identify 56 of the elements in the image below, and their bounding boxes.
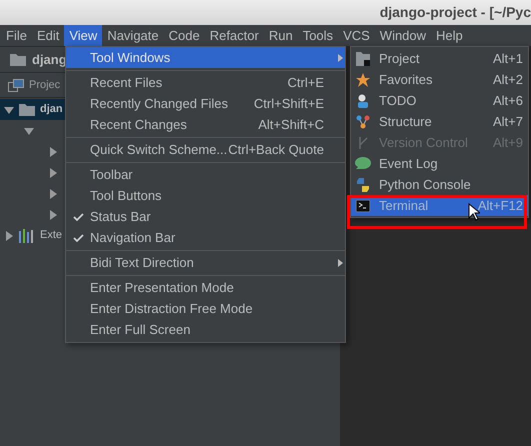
folder-icon xyxy=(356,52,370,66)
submenu-item[interactable]: TODO Alt+6 xyxy=(351,90,528,111)
menu-bar-item[interactable]: View xyxy=(64,25,102,46)
folder-icon xyxy=(10,53,26,66)
speech-bubble-icon xyxy=(355,156,371,170)
library-icon xyxy=(19,228,35,242)
menu-item[interactable]: Toolbar xyxy=(66,164,345,185)
collapsed-arrow-icon[interactable] xyxy=(4,230,14,240)
tree-item-label[interactable]: djan xyxy=(40,101,63,118)
menu-item[interactable]: Recently Changed Files Ctrl+Shift+E xyxy=(66,93,345,114)
menu-item[interactable]: Bidi Text Direction xyxy=(66,252,345,273)
collapsed-arrow-icon[interactable] xyxy=(48,168,58,178)
menu-item[interactable]: Tool Buttons xyxy=(66,185,345,206)
menu-bar-item[interactable]: Refactor xyxy=(204,25,264,46)
menu-item[interactable]: Status Bar xyxy=(66,206,345,227)
menu-bar-item[interactable]: File xyxy=(1,25,32,46)
submenu-item[interactable]: Event Log xyxy=(351,153,528,174)
submenu-item[interactable]: Python Console xyxy=(351,174,528,195)
person-icon xyxy=(356,94,370,108)
submenu-item[interactable]: Favorites Alt+2 xyxy=(351,69,528,90)
menu-bar-item[interactable]: Help xyxy=(431,25,468,46)
menu-item[interactable]: Enter Presentation Mode xyxy=(66,277,345,298)
menu-bar-item[interactable]: VCS xyxy=(338,25,375,46)
menu-item[interactable]: Tool Windows xyxy=(66,47,345,68)
breadcrumb-label[interactable]: djang xyxy=(32,50,67,70)
menu-bar-item[interactable]: Edit xyxy=(32,25,64,46)
submenu-arrow-icon xyxy=(338,54,343,62)
submenu-arrow-icon xyxy=(338,259,343,267)
menu-item[interactable]: Enter Full Screen xyxy=(66,319,345,340)
structure-icon xyxy=(356,114,370,128)
menu-bar-item[interactable]: Code xyxy=(164,25,205,46)
menu-item[interactable]: Navigation Bar xyxy=(66,227,345,248)
collapsed-arrow-icon[interactable] xyxy=(48,188,58,198)
folder-icon xyxy=(19,103,35,116)
menu-item[interactable]: Recent Files Ctrl+E xyxy=(66,72,345,93)
menu-bar-item[interactable]: Run xyxy=(264,25,298,46)
window-title: django-project - [~/Pyc xyxy=(380,3,531,22)
collapsed-arrow-icon[interactable] xyxy=(48,146,58,156)
expanded-arrow-icon[interactable] xyxy=(4,104,14,114)
menu-bar-item[interactable]: Tools xyxy=(298,25,338,46)
expanded-arrow-icon[interactable] xyxy=(24,126,34,136)
submenu-item[interactable]: Project Alt+1 xyxy=(351,48,528,69)
submenu-item[interactable]: Structure Alt+7 xyxy=(351,111,528,132)
menu-item[interactable]: Quick Switch Scheme...Ctrl+Back Quote xyxy=(66,139,345,160)
mouse-cursor-icon xyxy=(468,203,480,221)
project-tab[interactable]: Projec xyxy=(29,76,60,94)
tree-item-label[interactable]: Exte xyxy=(40,227,62,244)
terminal-icon xyxy=(356,200,370,212)
menu-bar-item[interactable]: Navigate xyxy=(102,25,164,46)
menu-item[interactable]: Recent Changes Alt+Shift+C xyxy=(66,114,345,135)
menu-item[interactable]: Enter Distraction Free Mode xyxy=(66,298,345,319)
python-icon xyxy=(356,178,370,192)
menu-bar-item[interactable]: Window xyxy=(374,25,432,46)
collapsed-arrow-icon[interactable] xyxy=(48,210,58,220)
star-icon xyxy=(356,72,370,86)
project-view-icon xyxy=(8,78,24,92)
